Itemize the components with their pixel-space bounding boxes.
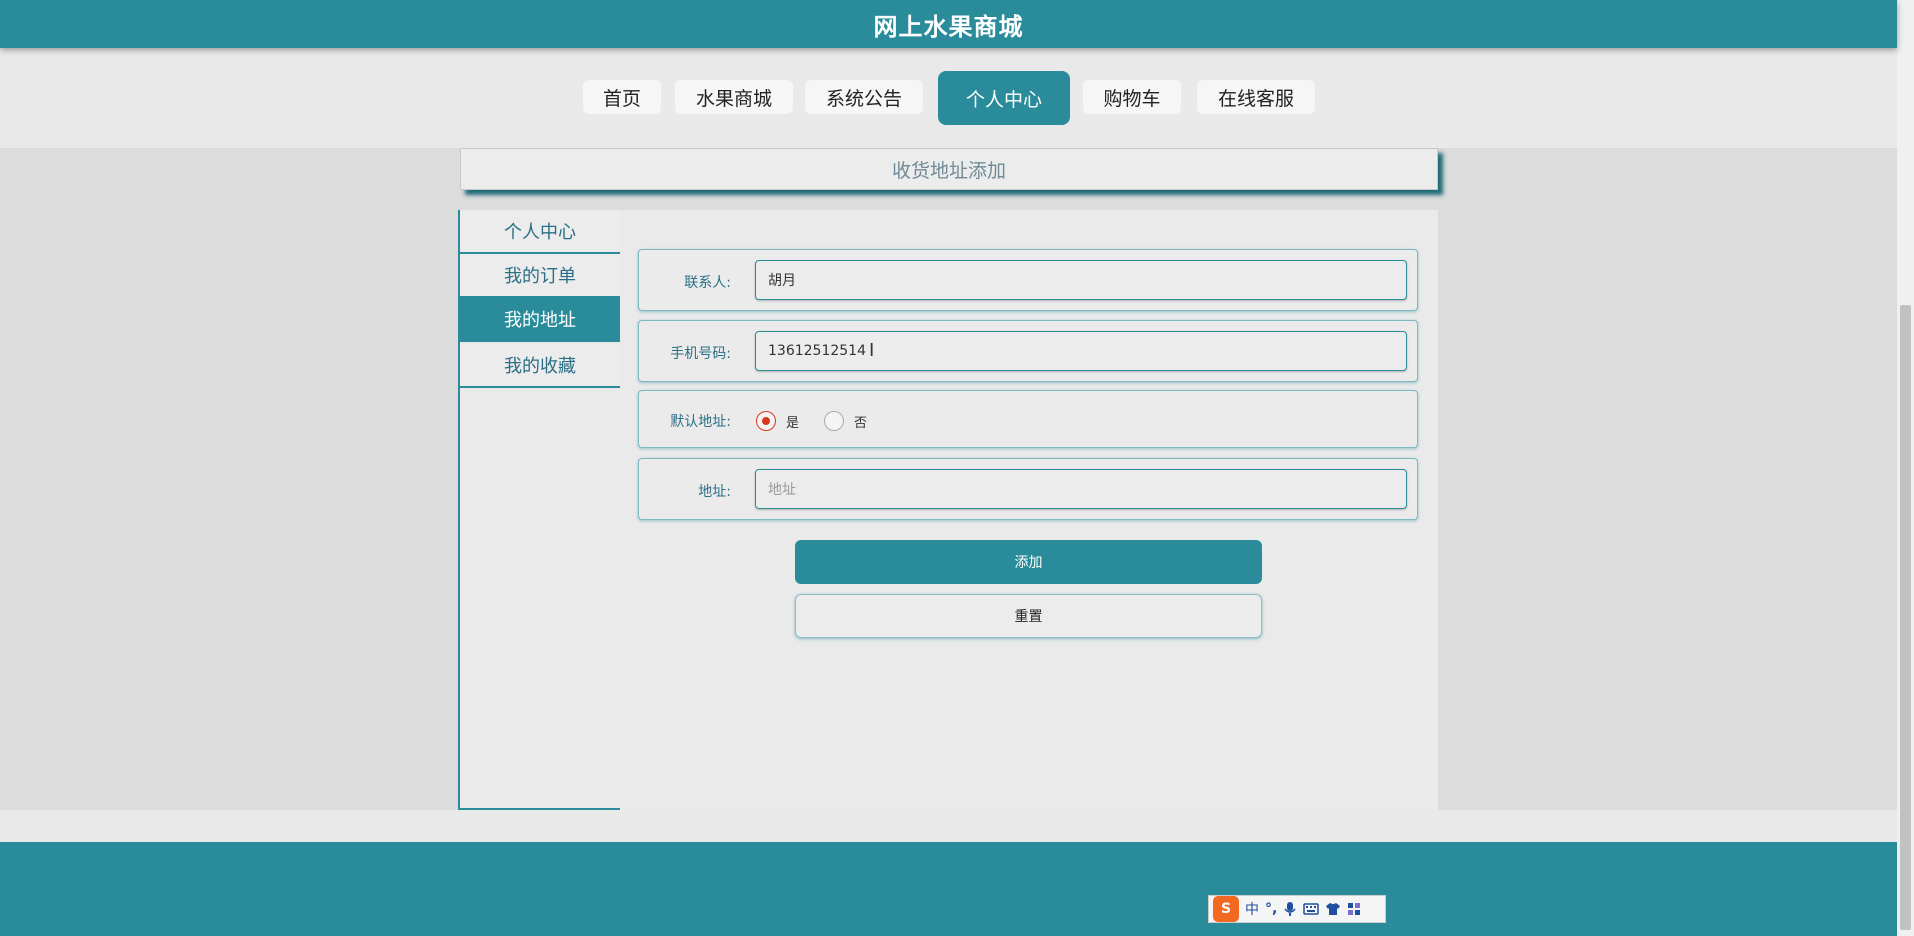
- address-row: 地址: 地址: [638, 458, 1418, 520]
- toolbox-grid-icon[interactable]: [1347, 902, 1361, 916]
- default-yes-label: 是: [786, 416, 800, 431]
- nav-personal-center[interactable]: 个人中心: [938, 71, 1070, 125]
- sidebar-item-my-address[interactable]: 我的地址: [460, 298, 620, 342]
- page-scrollbar[interactable]: [1897, 0, 1914, 936]
- scrollbar-thumb[interactable]: [1900, 305, 1911, 930]
- phone-label: 手机号码:: [670, 346, 731, 362]
- default-yes-radio[interactable]: [756, 411, 776, 431]
- address-label: 地址:: [698, 484, 731, 500]
- nav-fruit-mall[interactable]: 水果商城: [675, 80, 793, 114]
- app-title: 网上水果商城: [873, 12, 1024, 41]
- add-button[interactable]: 添加: [795, 540, 1262, 584]
- main-nav: 首页 水果商城 系统公告 个人中心 购物车 在线客服: [0, 48, 1897, 148]
- keyboard-icon[interactable]: [1303, 902, 1320, 916]
- contact-row: 联系人: 胡月: [638, 249, 1418, 311]
- phone-input[interactable]: 13612512514: [755, 331, 1407, 371]
- nav-announcements[interactable]: 系统公告: [805, 80, 923, 114]
- text-cursor-icon: I: [869, 340, 875, 361]
- sidebar-item-my-favorites[interactable]: 我的收藏: [460, 344, 620, 388]
- page-title: 收货地址添加: [891, 159, 1006, 182]
- address-input[interactable]: 地址: [755, 469, 1407, 509]
- nav-home[interactable]: 首页: [583, 80, 661, 114]
- phone-row: 手机号码: 13612512514: [638, 320, 1418, 382]
- ime-toolbar[interactable]: S 中 °,: [1208, 895, 1386, 923]
- default-address-label: 默认地址:: [670, 414, 731, 430]
- microphone-icon[interactable]: [1283, 901, 1297, 917]
- contact-input[interactable]: 胡月: [755, 260, 1407, 300]
- footer: [0, 842, 1897, 936]
- page-heading-card: 收货地址添加: [460, 148, 1438, 190]
- default-address-row: 默认地址: 是 否: [638, 390, 1418, 448]
- top-header: 网上水果商城: [0, 0, 1897, 48]
- sidebar: 个人中心 我的订单 我的地址 我的收藏: [458, 210, 620, 810]
- ime-punctuation-icon[interactable]: °,: [1265, 901, 1277, 917]
- default-no-label: 否: [854, 416, 868, 431]
- nav-customer-service[interactable]: 在线客服: [1197, 80, 1315, 114]
- sidebar-item-personal-center[interactable]: 个人中心: [460, 210, 620, 254]
- footer-gap: [0, 810, 1897, 842]
- contact-label: 联系人:: [684, 275, 731, 291]
- reset-button[interactable]: 重置: [795, 594, 1262, 638]
- sogou-logo-icon: S: [1213, 896, 1239, 922]
- ime-mode-label[interactable]: 中: [1245, 899, 1259, 919]
- nav-cart[interactable]: 购物车: [1083, 80, 1181, 114]
- sidebar-item-my-orders[interactable]: 我的订单: [460, 254, 620, 298]
- default-no-radio[interactable]: [824, 411, 844, 431]
- skin-shirt-icon[interactable]: [1325, 902, 1341, 916]
